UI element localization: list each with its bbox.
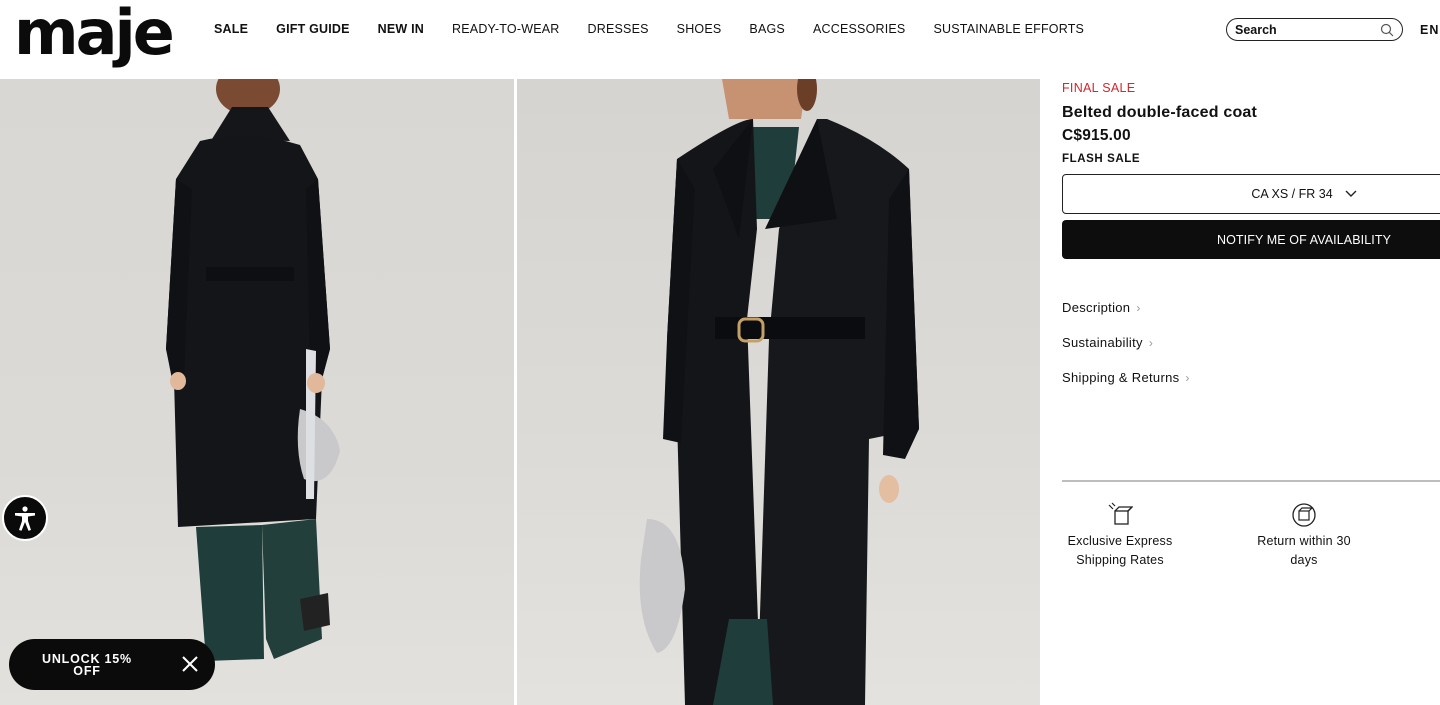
box-shipping-icon: [1108, 502, 1133, 525]
section-divider: [1062, 480, 1440, 482]
accessibility-button[interactable]: [2, 495, 48, 541]
search-label: Search: [1235, 22, 1277, 37]
perk-express-shipping: Exclusive Express Shipping Rates: [1062, 502, 1178, 570]
coat-front-illustration: [639, 79, 919, 705]
chevron-right-icon: ›: [1148, 336, 1154, 350]
perk-express-line2: Shipping Rates: [1076, 553, 1164, 567]
accordion-description-label: Description: [1062, 300, 1131, 315]
nav-item-bags[interactable]: BAGS: [749, 22, 785, 36]
size-select-value: CA XS / FR 34: [1251, 187, 1333, 201]
size-select[interactable]: CA XS / FR 34: [1062, 174, 1440, 214]
chevron-right-icon: ›: [1185, 371, 1190, 385]
unlock-line1: UNLOCK 15%: [42, 651, 132, 666]
coat-back-illustration: [166, 79, 340, 661]
nav-item-dresses[interactable]: DRESSES: [588, 22, 649, 36]
nav-item-shoes[interactable]: SHOES: [677, 22, 722, 36]
product-image-back[interactable]: [0, 79, 514, 705]
close-icon[interactable]: [179, 653, 201, 675]
main-nav: SALE GIFT GUIDE NEW IN READY-TO-WEAR DRE…: [214, 22, 1084, 36]
unlock-discount-text[interactable]: UNLOCK 15% OFF: [9, 651, 149, 678]
accessibility-icon: [15, 506, 35, 531]
nav-item-new-in[interactable]: NEW IN: [378, 22, 424, 36]
unlock-discount-popup[interactable]: UNLOCK 15% OFF: [9, 639, 215, 690]
accordion-shipping-returns[interactable]: Shipping & Returns ›: [1062, 370, 1190, 385]
product-price: C$915.00: [1062, 127, 1131, 144]
perk-returns: Return within 30 days: [1246, 502, 1362, 570]
language-selector[interactable]: EN: [1420, 23, 1439, 37]
search-input[interactable]: Search: [1226, 18, 1403, 41]
nav-item-gift-guide[interactable]: GIFT GUIDE: [276, 22, 350, 36]
product-image-front[interactable]: [517, 79, 1040, 705]
accordion-sustainability[interactable]: Sustainability ›: [1062, 335, 1153, 350]
nav-item-sale[interactable]: SALE: [214, 22, 248, 36]
chevron-down-icon: [1345, 190, 1357, 197]
accordion-sustainability-label: Sustainability: [1062, 335, 1143, 350]
notify-me-button[interactable]: NOTIFY ME OF AVAILABILITY: [1062, 220, 1440, 259]
accordion-description[interactable]: Description ›: [1062, 300, 1141, 315]
accordion-shipping-returns-label: Shipping & Returns: [1062, 370, 1180, 385]
flash-sale-label: FLASH SALE: [1062, 153, 1141, 165]
product-title: Belted double-faced coat: [1062, 104, 1258, 121]
perk-returns-line2: days: [1290, 553, 1318, 567]
site-header: maje SALE GIFT GUIDE NEW IN READY-TO-WEA…: [0, 0, 1440, 78]
unlock-line2: OFF: [73, 663, 101, 678]
maje-logo[interactable]: maje: [14, 2, 175, 64]
search-icon[interactable]: [1380, 23, 1394, 37]
chevron-right-icon: ›: [1136, 301, 1141, 315]
final-sale-badge: FINAL SALE: [1062, 81, 1136, 95]
nav-item-ready-to-wear[interactable]: READY-TO-WEAR: [452, 22, 559, 36]
nav-item-accessories[interactable]: ACCESSORIES: [813, 22, 906, 36]
perk-express-line1: Exclusive Express: [1067, 534, 1173, 548]
perk-returns-line1: Return within 30: [1257, 534, 1351, 548]
return-box-icon: [1292, 503, 1316, 527]
nav-item-sustainable-efforts[interactable]: SUSTAINABLE EFFORTS: [933, 22, 1084, 36]
